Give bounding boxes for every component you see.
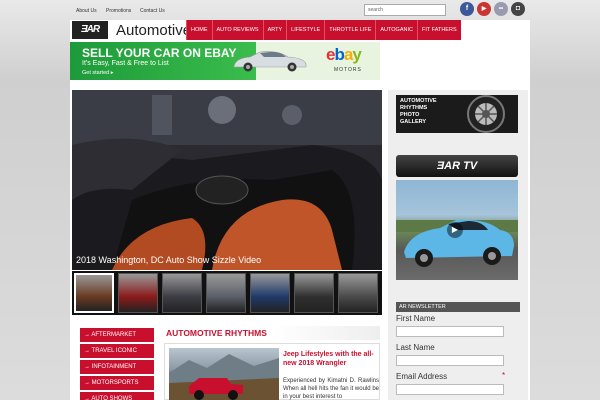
ebay-letter: y: [352, 45, 362, 64]
menu-aftermarket[interactable]: → AFTERMARKET: [80, 328, 154, 342]
ebay-logo: ebay: [326, 45, 362, 65]
photo-gallery-banner[interactable]: AUTOMOTIVE RHYTHMS PHOTO GALLERY: [396, 95, 518, 133]
first-name-label: First Name: [396, 314, 436, 323]
last-name-label: Last Name: [396, 343, 435, 352]
menu-motorsports[interactable]: → MOTORSPORTS: [80, 376, 154, 390]
thumbnail-2[interactable]: [118, 273, 158, 313]
menu-auto-shows[interactable]: → AUTO SHOWS: [80, 392, 154, 400]
required-mark: *: [502, 371, 506, 380]
flickr-icon[interactable]: ••: [494, 2, 508, 16]
main-nav: HOME AUTO REVIEWS ARTY LIFESTYLE THROTTL…: [186, 20, 461, 40]
email-field[interactable]: [396, 384, 504, 395]
email-label: Email Address: [396, 372, 448, 381]
hero-image: [72, 90, 382, 270]
ebay-letter: b: [334, 45, 344, 64]
jeep-photo: [169, 354, 279, 400]
sidebar: AUTOMOTIVE RHYTHMS PHOTO GALLERY ƎAR TV …: [388, 90, 528, 400]
article-excerpt: Experienced by Kimatni D. Rawlins When a…: [283, 378, 379, 400]
car-icon: [233, 51, 307, 72]
thumbnail-6[interactable]: [294, 273, 334, 313]
video-player[interactable]: ▶: [396, 180, 518, 280]
nav-autoganic[interactable]: AUTOGANIC: [375, 20, 417, 40]
wheel-icon: [467, 95, 505, 133]
hero-slider[interactable]: 2018 Washington, DC Auto Show Sizzle Vid…: [72, 90, 382, 270]
first-name-field[interactable]: [396, 326, 504, 337]
ar-tv-banner[interactable]: ƎAR TV: [396, 155, 518, 177]
ebay-letter-e: ebay: [326, 45, 362, 64]
section-title: AUTOMOTIVE RHYTHMS: [164, 326, 380, 340]
category-menu: → AFTERMARKET → TRAVEL ICONIC → INFOTAIN…: [80, 328, 154, 400]
ebay-ad-banner[interactable]: SELL YOUR CAR ON EBAY It's Easy, Fast & …: [70, 42, 380, 80]
nav-home[interactable]: HOME: [186, 20, 212, 40]
nav-lifestyle[interactable]: LIFESTYLE: [286, 20, 325, 40]
newsletter-heading: AR NEWSLETTER: [396, 302, 520, 312]
youtube-icon[interactable]: ▶: [477, 2, 491, 16]
ebay-motors-label: MOTORS: [334, 67, 362, 73]
play-icon[interactable]: ▶: [447, 222, 463, 238]
thumbnail-5[interactable]: [250, 273, 290, 313]
thumbnail-7[interactable]: [338, 273, 378, 313]
nav-auto-reviews[interactable]: AUTO REVIEWS: [211, 20, 263, 40]
ad-headline: SELL YOUR CAR ON EBAY: [82, 46, 237, 60]
ad-cta[interactable]: Get started ▸: [82, 70, 114, 76]
thumbnail-4[interactable]: [206, 273, 246, 313]
top-bar: About Us Promotions Contact Us search f …: [70, 0, 530, 20]
contact-us-link[interactable]: Contact Us: [140, 8, 165, 14]
nav-throttle-life[interactable]: THROTTLE LIFE: [324, 20, 376, 40]
nav-arty[interactable]: ARTY: [262, 20, 287, 40]
site-logo[interactable]: ƎAR: [72, 21, 108, 39]
nav-fit-fathers[interactable]: FIT FATHERS: [416, 20, 461, 40]
menu-travel-iconic[interactable]: → TRAVEL ICONIC: [80, 344, 154, 358]
article-image[interactable]: [169, 348, 279, 400]
thumbnail-3[interactable]: [162, 273, 202, 313]
promotions-link[interactable]: Promotions: [106, 8, 131, 14]
main-content: SELL YOUR CAR ON EBAY It's Easy, Fast & …: [70, 40, 530, 400]
thumbnail-1[interactable]: [74, 273, 114, 313]
hero-caption[interactable]: 2018 Washington, DC Auto Show Sizzle Vid…: [76, 255, 261, 265]
search-input[interactable]: search: [364, 4, 446, 16]
instagram-icon[interactable]: ◘: [511, 2, 525, 16]
gallery-label: AUTOMOTIVE RHYTHMS PHOTO GALLERY: [400, 98, 437, 125]
about-us-link[interactable]: About Us: [76, 8, 97, 14]
article-card[interactable]: Jeep Lifestyles with the all-new 2018 Wr…: [164, 343, 380, 400]
last-name-field[interactable]: [396, 355, 504, 366]
menu-infotainment[interactable]: → INFOTAINMENT: [80, 360, 154, 374]
ad-subline: It's Easy, Fast & Free to List: [82, 60, 169, 67]
hero-thumbnails: [72, 271, 382, 315]
facebook-icon[interactable]: f: [460, 2, 474, 16]
article-title[interactable]: Jeep Lifestyles with the all-new 2018 Wr…: [283, 350, 379, 368]
